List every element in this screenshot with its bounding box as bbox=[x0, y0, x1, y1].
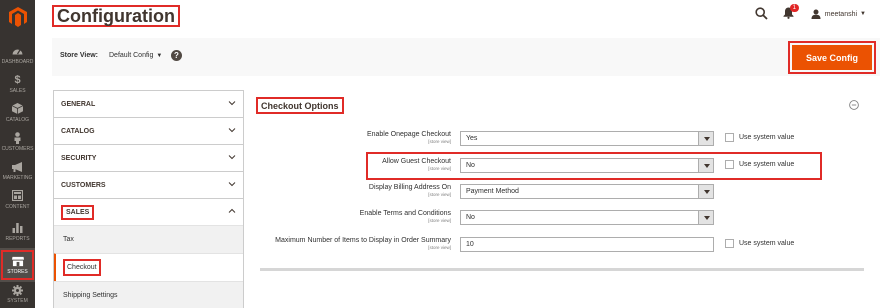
sidebar-item-reports[interactable]: REPORTS bbox=[0, 214, 35, 249]
dropdown-arrow-icon bbox=[698, 159, 713, 172]
tab-label: SALES bbox=[61, 204, 95, 220]
config-nav: GENERAL CATALOG SECURITY CUSTOMERS SALES… bbox=[53, 90, 244, 308]
sidebar-item-label: MARKETING bbox=[2, 174, 33, 181]
gear-icon bbox=[12, 284, 24, 296]
sidebar-item-label: REPORTS bbox=[5, 235, 30, 242]
sidebar-item-label: CUSTOMERS bbox=[1, 145, 34, 152]
tab-security[interactable]: SECURITY bbox=[53, 144, 244, 171]
field-row-enable-onepage-checkout: Enable Onepage Checkout [store view] Yes … bbox=[256, 131, 816, 147]
user-icon bbox=[811, 9, 821, 19]
enable-terms-select[interactable]: No bbox=[460, 210, 714, 225]
field-row-display-billing-address-on: Display Billing Address On [store view] P… bbox=[256, 184, 816, 200]
username: meetanshi bbox=[824, 10, 858, 18]
sidebar-item-label: DASHBOARD bbox=[1, 58, 34, 65]
nav-item-label: Tax bbox=[63, 236, 74, 243]
nav-item-checkout[interactable]: Checkout bbox=[53, 253, 244, 281]
display-billing-address-select[interactable]: Payment Method bbox=[460, 184, 714, 199]
enable-onepage-checkout-select[interactable]: Yes bbox=[460, 131, 714, 146]
dashboard-icon bbox=[12, 45, 24, 57]
sidebar-item-label: CATALOG bbox=[5, 116, 30, 123]
tab-label: CATALOG bbox=[61, 127, 95, 135]
notifications-button[interactable]: 1 bbox=[783, 4, 799, 21]
chevron-down-icon bbox=[228, 153, 236, 161]
layout-icon bbox=[12, 190, 24, 202]
nav-item-label: Checkout bbox=[63, 259, 101, 276]
person-icon bbox=[12, 131, 24, 144]
nav-item-label: Shipping Settings bbox=[63, 292, 118, 299]
sidebar-item-label: CONTENT bbox=[5, 203, 30, 210]
use-system-value-checkbox[interactable] bbox=[725, 133, 734, 142]
use-system-value[interactable]: Use system value bbox=[725, 133, 794, 142]
page-title: Configuration bbox=[52, 5, 180, 27]
admin-page: DASHBOARD $ SALES CATALOG CUSTOMERS MARK… bbox=[0, 0, 880, 308]
chevron-down-icon: ▼ bbox=[156, 53, 163, 59]
notification-count-badge: 1 bbox=[789, 4, 799, 12]
field-row-enable-terms-and-conditions: Enable Terms and Conditions [store view] … bbox=[256, 210, 816, 226]
sidebar-item-content[interactable]: CONTENT bbox=[0, 182, 35, 217]
chevron-up-icon bbox=[228, 207, 236, 215]
admin-sidebar: DASHBOARD $ SALES CATALOG CUSTOMERS MARK… bbox=[0, 0, 35, 308]
sidebar-item-label: SYSTEM bbox=[7, 298, 28, 304]
nav-item-shipping-settings[interactable]: Shipping Settings bbox=[53, 281, 244, 308]
bar-chart-icon bbox=[12, 222, 24, 234]
section-divider bbox=[260, 268, 864, 271]
tab-sales[interactable]: SALES bbox=[53, 198, 244, 225]
help-icon[interactable]: ? bbox=[171, 50, 182, 61]
magento-logo[interactable] bbox=[0, 0, 35, 34]
allow-guest-checkout-select[interactable]: No bbox=[460, 158, 714, 173]
tab-catalog[interactable]: CATALOG bbox=[53, 117, 244, 144]
chevron-down-icon bbox=[228, 99, 236, 107]
field-label: Allow Guest Checkout [store view] bbox=[382, 158, 451, 171]
bell-icon bbox=[783, 7, 794, 21]
sidebar-item-label: SALES bbox=[9, 87, 26, 94]
collapse-icon[interactable] bbox=[849, 100, 859, 110]
use-system-value-checkbox[interactable] bbox=[725, 239, 734, 248]
nav-item-tax[interactable]: Tax bbox=[53, 225, 244, 253]
save-config-highlight-box: Save Config bbox=[788, 41, 876, 74]
store-view-label: Store View: bbox=[60, 52, 98, 59]
tab-label: GENERAL bbox=[61, 100, 96, 108]
use-system-value[interactable]: Use system value bbox=[725, 239, 794, 248]
search-icon[interactable] bbox=[755, 7, 769, 21]
field-row-max-items-order-summary: Maximum Number of Items to Display in Or… bbox=[256, 237, 816, 253]
chevron-down-icon bbox=[228, 126, 236, 134]
tab-general[interactable]: GENERAL bbox=[53, 90, 244, 117]
store-view-value: Default Config bbox=[109, 52, 154, 59]
sidebar-item-system[interactable]: SYSTEM bbox=[0, 280, 35, 308]
dropdown-arrow-icon bbox=[698, 211, 713, 224]
tab-customers[interactable]: CUSTOMERS bbox=[53, 171, 244, 198]
store-view-bar: Store View: Default Config ▼ ? Save Confi… bbox=[52, 38, 880, 76]
dropdown-arrow-icon bbox=[698, 185, 713, 198]
cube-icon bbox=[12, 103, 24, 115]
use-system-value[interactable]: Use system value bbox=[725, 160, 794, 169]
field-label: Display Billing Address On [store view] bbox=[368, 184, 451, 197]
field-row-allow-guest-checkout: Allow Guest Checkout [store view] No Use … bbox=[256, 158, 816, 174]
save-config-button[interactable]: Save Config bbox=[792, 45, 872, 70]
use-system-value-checkbox[interactable] bbox=[725, 160, 734, 169]
tab-label: SECURITY bbox=[61, 154, 97, 162]
header-actions: 1 meetanshi ▼ bbox=[755, 4, 866, 22]
dollar-icon: $ bbox=[14, 73, 21, 86]
user-menu[interactable]: meetanshi ▼ bbox=[811, 9, 866, 19]
field-label: Maximum Number of Items to Display in Or… bbox=[275, 237, 451, 250]
chevron-down-icon bbox=[228, 180, 236, 188]
dropdown-arrow-icon bbox=[698, 132, 713, 145]
max-items-input[interactable]: 10 bbox=[460, 237, 714, 252]
field-label: Enable Terms and Conditions [store view] bbox=[359, 210, 451, 223]
store-view-switcher[interactable]: Default Config ▼ bbox=[109, 52, 162, 59]
stores-highlight-box bbox=[1, 250, 34, 280]
section-title[interactable]: Checkout Options bbox=[256, 97, 344, 114]
chevron-down-icon: ▼ bbox=[860, 11, 866, 17]
tab-label: CUSTOMERS bbox=[61, 181, 106, 189]
megaphone-icon bbox=[11, 161, 24, 173]
field-label: Enable Onepage Checkout [store view] bbox=[366, 131, 451, 144]
